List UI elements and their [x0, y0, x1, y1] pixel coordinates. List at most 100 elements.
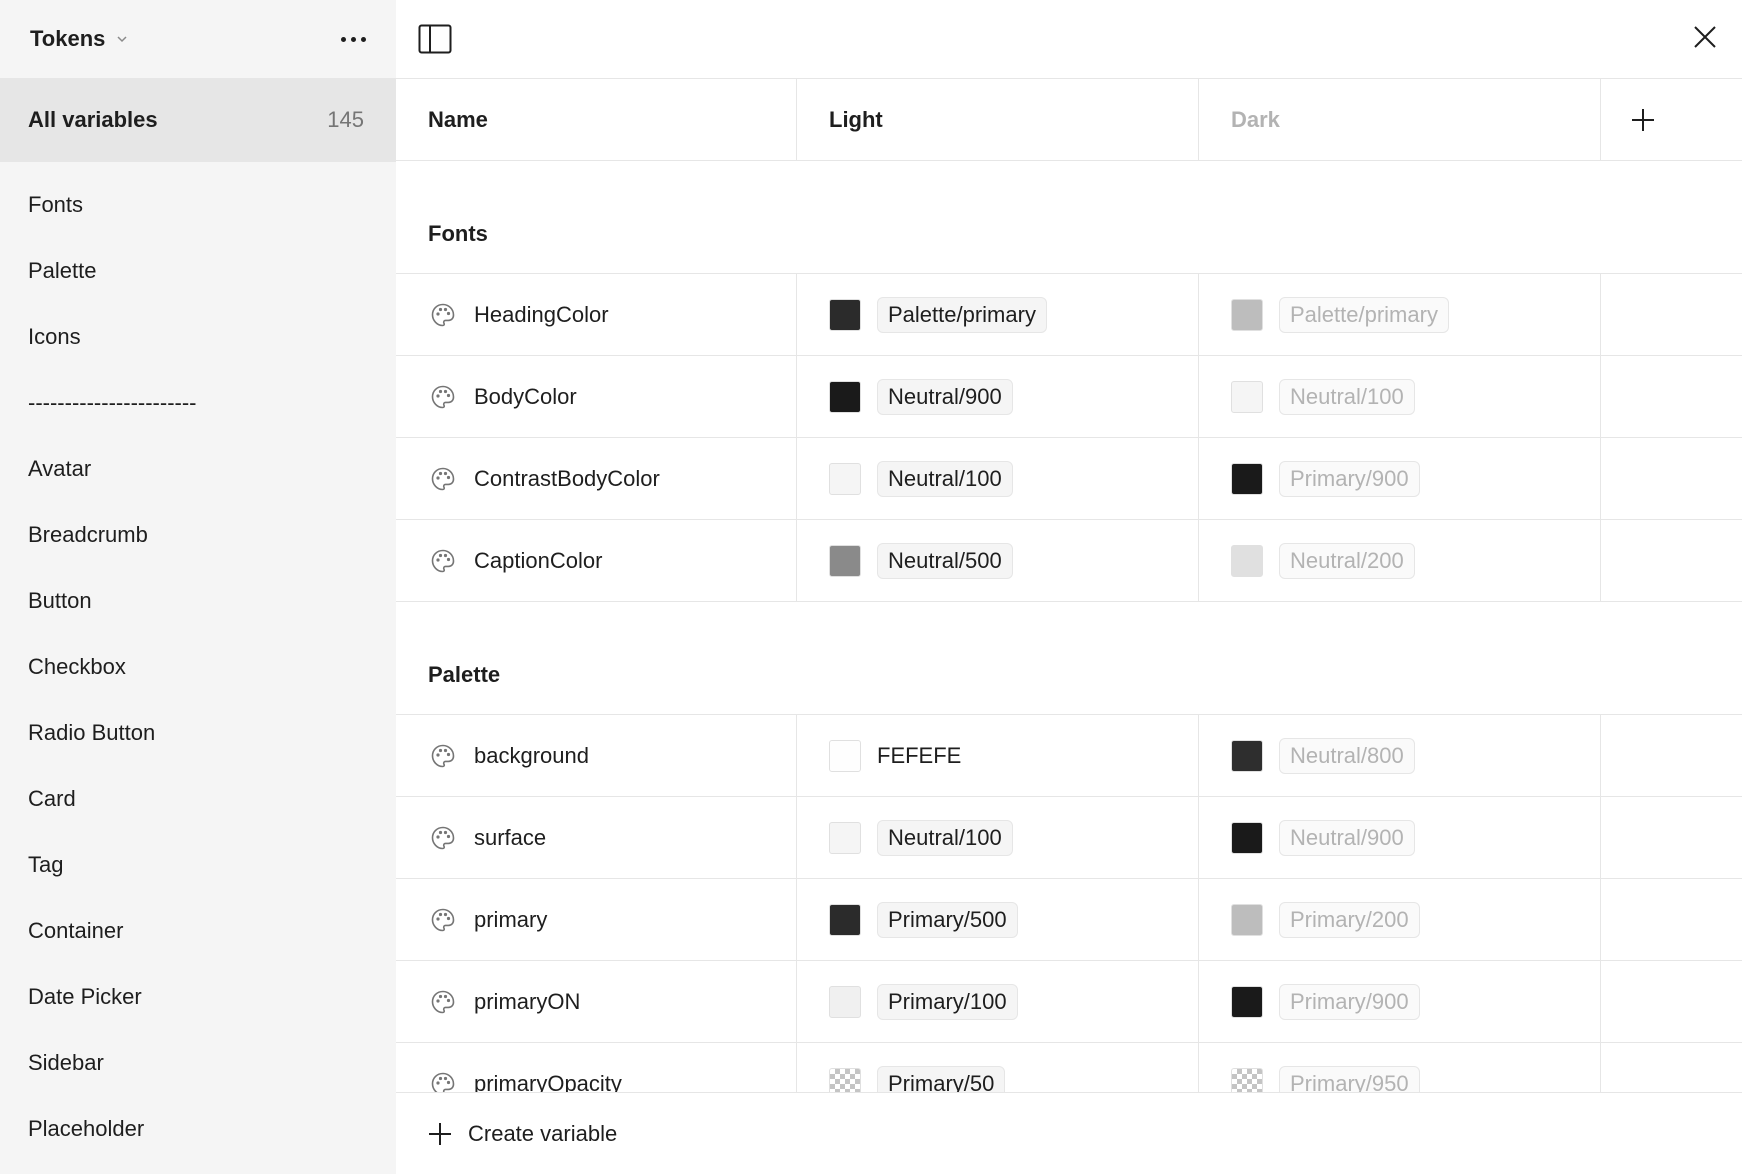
color-swatch[interactable]	[1231, 298, 1263, 331]
color-swatch[interactable]	[829, 739, 861, 772]
value-cell-light[interactable]: Primary/50	[797, 1043, 1199, 1092]
variable-name-cell[interactable]: CaptionColor	[396, 520, 797, 601]
value-cell-light[interactable]: Primary/100	[797, 961, 1199, 1042]
column-header-light[interactable]: Light	[797, 79, 1199, 160]
table-row[interactable]: BodyColor Neutral/900 Neutral/100	[396, 356, 1742, 438]
variable-name: primaryOpacity	[474, 1070, 622, 1093]
alias-chip: Neutral/500	[877, 542, 1013, 579]
value-cell-dark[interactable]: Primary/950	[1199, 1043, 1601, 1092]
sidebar: Tokens All variables 145 Fonts Palette Ico…	[0, 0, 396, 1174]
color-swatch[interactable]	[1231, 380, 1263, 413]
color-swatch[interactable]	[829, 462, 861, 495]
empty-cell	[1601, 274, 1742, 355]
value-cell-dark[interactable]: Palette/primary	[1199, 274, 1601, 355]
create-variable-label: Create variable	[468, 1120, 618, 1146]
variable-name: primary	[474, 906, 548, 932]
create-variable-button[interactable]: Create variable	[396, 1092, 1742, 1174]
color-swatch[interactable]	[829, 985, 861, 1018]
column-header-name: Name	[396, 79, 797, 160]
sidebar-item-placeholder[interactable]: Placeholder	[0, 1096, 396, 1162]
value-cell-dark[interactable]: Primary/200	[1199, 879, 1601, 960]
color-swatch[interactable]	[1231, 903, 1263, 936]
value-cell-dark[interactable]: Neutral/800	[1199, 715, 1601, 796]
alias-chip: Palette/primary	[1279, 296, 1449, 333]
sidebar-item-card[interactable]: Card	[0, 766, 396, 832]
sidebar-item-container[interactable]: Container	[0, 898, 396, 964]
table-row[interactable]: primaryON Primary/100 Primary/900	[396, 961, 1742, 1043]
value-cell-light[interactable]: Palette/primary	[797, 274, 1199, 355]
variable-name-cell[interactable]: HeadingColor	[396, 274, 797, 355]
alias-chip: Neutral/800	[1279, 737, 1415, 774]
table-row[interactable]: CaptionColor Neutral/500 Neutral/200	[396, 520, 1742, 602]
color-swatch[interactable]	[1231, 985, 1263, 1018]
sidebar-item-breadcrumb[interactable]: Breadcrumb	[0, 502, 396, 568]
color-variable-icon	[431, 908, 455, 931]
color-swatch[interactable]	[1231, 821, 1263, 854]
value-cell-dark[interactable]: Neutral/100	[1199, 356, 1601, 437]
color-swatch[interactable]	[829, 821, 861, 854]
variable-name-cell[interactable]: background	[396, 715, 797, 796]
sidebar-item-avatar[interactable]: Avatar	[0, 436, 396, 502]
column-header-dark[interactable]: Dark	[1199, 79, 1601, 160]
sidebar-item-icons[interactable]: Icons	[0, 304, 396, 370]
color-swatch[interactable]	[1231, 544, 1263, 577]
value-cell-light[interactable]: FEFEFE	[797, 715, 1199, 796]
variable-name-cell[interactable]: primaryON	[396, 961, 797, 1042]
color-swatch[interactable]	[1231, 739, 1263, 772]
sidebar-toggle-icon[interactable]	[418, 24, 452, 54]
value-cell-light[interactable]: Neutral/100	[797, 438, 1199, 519]
value-cell-dark[interactable]: Neutral/200	[1199, 520, 1601, 601]
sidebar-item-palette[interactable]: Palette	[0, 238, 396, 304]
sidebar-item-date-picker[interactable]: Date Picker	[0, 964, 396, 1030]
sidebar-item-fonts[interactable]: Fonts	[0, 172, 396, 238]
variable-name-cell[interactable]: surface	[396, 797, 797, 878]
value-cell-light[interactable]: Neutral/100	[797, 797, 1199, 878]
add-mode-button[interactable]	[1601, 79, 1742, 160]
sidebar-item-all-variables[interactable]: All variables 145	[0, 78, 396, 162]
table-row[interactable]: primaryOpacity Primary/50 Primary/950	[396, 1043, 1742, 1092]
sidebar-item-tag[interactable]: Tag	[0, 832, 396, 898]
collection-switcher[interactable]: Tokens	[30, 26, 129, 52]
table-row[interactable]: HeadingColor Palette/primary Palette/prima…	[396, 274, 1742, 356]
table-row[interactable]: background FEFEFE Neutral/800	[396, 715, 1742, 797]
variable-name: background	[474, 742, 589, 768]
close-icon[interactable]	[1692, 24, 1718, 50]
variable-name-cell[interactable]: primaryOpacity	[396, 1043, 797, 1092]
color-swatch[interactable]	[1231, 462, 1263, 495]
color-variable-icon	[431, 826, 455, 849]
table-row[interactable]: surface Neutral/100 Neutral/900	[396, 797, 1742, 879]
color-variable-icon	[431, 990, 455, 1013]
group-heading: Fonts	[396, 162, 1742, 274]
all-variables-count: 145	[327, 107, 364, 132]
color-swatch[interactable]	[829, 298, 861, 331]
sidebar-group-list: Fonts Palette Icons -----------------------…	[0, 172, 396, 1162]
variable-name-cell[interactable]: ContrastBodyColor	[396, 438, 797, 519]
sidebar-item-button[interactable]: Button	[0, 568, 396, 634]
color-swatch[interactable]	[829, 380, 861, 413]
value-cell-dark[interactable]: Primary/900	[1199, 961, 1601, 1042]
value-cell-light[interactable]: Neutral/900	[797, 356, 1199, 437]
sidebar-item-radio-button[interactable]: Radio Button	[0, 700, 396, 766]
variable-name-cell[interactable]: BodyColor	[396, 356, 797, 437]
value-cell-light[interactable]: Primary/500	[797, 879, 1199, 960]
color-variable-icon	[431, 549, 455, 572]
sidebar-header: Tokens	[0, 0, 396, 78]
color-swatch[interactable]	[829, 544, 861, 577]
sidebar-item-sidebar[interactable]: Sidebar	[0, 1030, 396, 1096]
value-cell-light[interactable]: Neutral/500	[797, 520, 1199, 601]
chevron-down-icon	[117, 36, 127, 43]
sidebar-item-checkbox[interactable]: Checkbox	[0, 634, 396, 700]
value-cell-dark[interactable]: Primary/900	[1199, 438, 1601, 519]
variable-name-cell[interactable]: primary	[396, 879, 797, 960]
color-swatch[interactable]	[829, 1067, 861, 1092]
color-swatch[interactable]	[1231, 1067, 1263, 1092]
group-heading: Palette	[396, 602, 1742, 715]
more-options-icon[interactable]	[339, 31, 368, 48]
color-variable-icon	[431, 744, 455, 767]
table-row[interactable]: primary Primary/500 Primary/200	[396, 879, 1742, 961]
color-variable-icon	[431, 303, 455, 326]
sidebar-divider-item[interactable]: -----------------------	[0, 370, 396, 436]
color-swatch[interactable]	[829, 903, 861, 936]
value-cell-dark[interactable]: Neutral/900	[1199, 797, 1601, 878]
table-row[interactable]: ContrastBodyColor Neutral/100 Primary/900	[396, 438, 1742, 520]
